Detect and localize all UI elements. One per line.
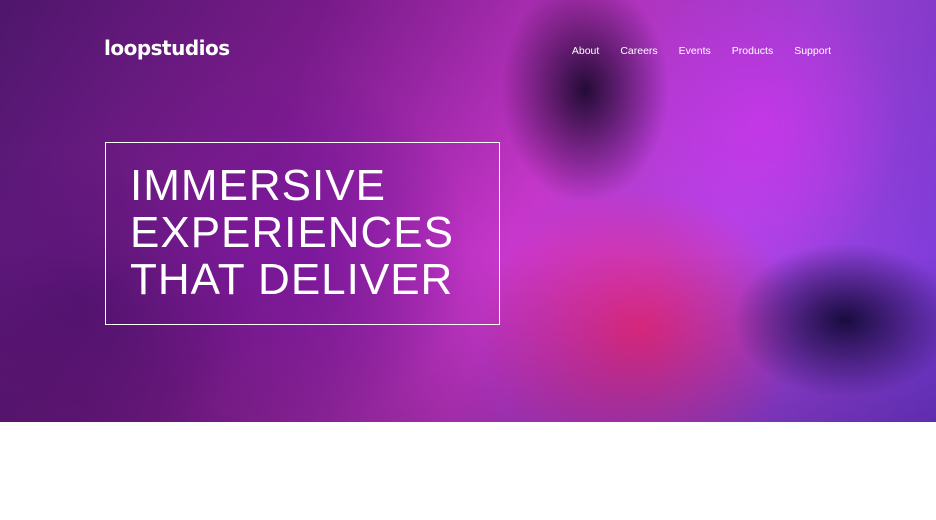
nav-link-support[interactable]: Support	[794, 44, 831, 58]
hero-headline-line: EXPERIENCES	[130, 208, 454, 257]
hero-headline-line: IMMERSIVE	[130, 161, 386, 210]
site-header: loopstudios About Careers Events Product…	[0, 0, 936, 100]
nav-link-products[interactable]: Products	[732, 44, 773, 58]
site-logo[interactable]: loopstudios	[104, 36, 230, 60]
main-nav: About Careers Events Products Support	[572, 44, 831, 58]
hero-headline: IMMERSIVE EXPERIENCES THAT DELIVER	[130, 162, 454, 303]
hero-section: loopstudios About Careers Events Product…	[0, 0, 936, 422]
page-content-area	[0, 422, 936, 520]
hero-headline-line: THAT DELIVER	[130, 255, 454, 304]
nav-link-careers[interactable]: Careers	[620, 44, 657, 58]
nav-link-events[interactable]: Events	[679, 44, 711, 58]
nav-link-about[interactable]: About	[572, 44, 599, 58]
